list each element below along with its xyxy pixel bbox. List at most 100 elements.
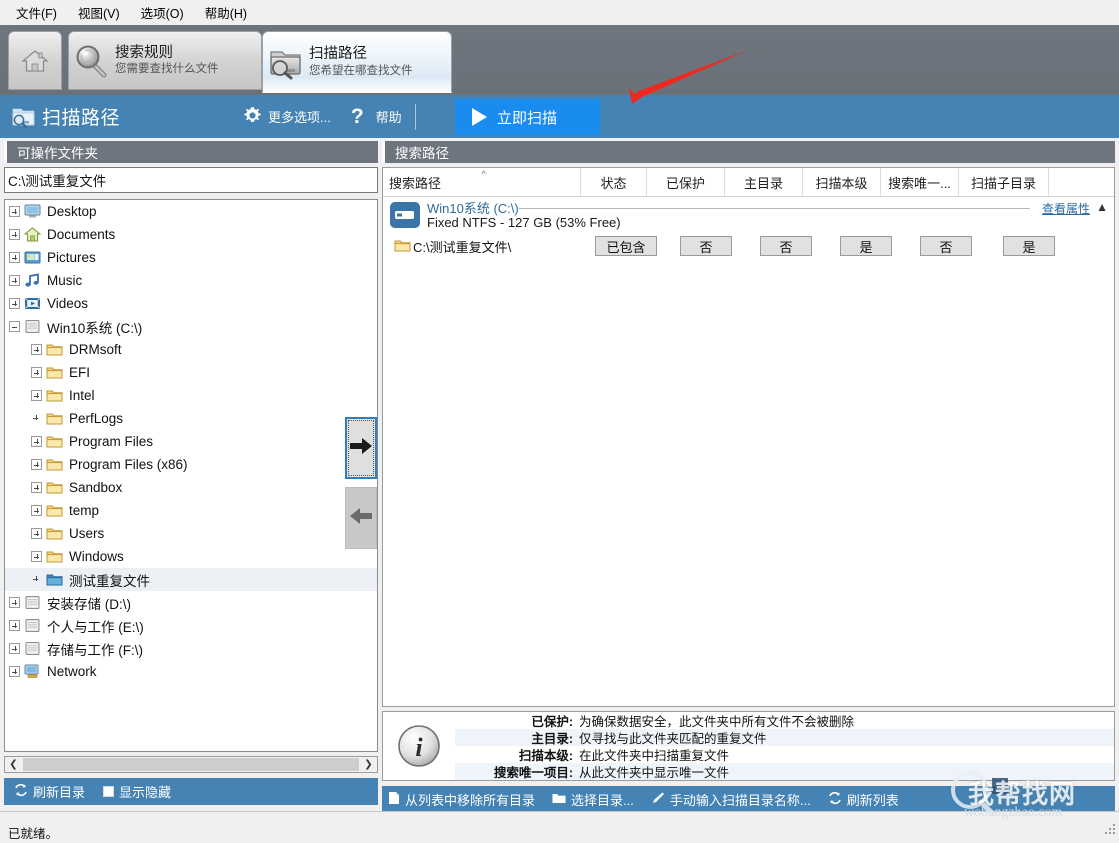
cell-search-unique[interactable]: 否 <box>920 236 972 256</box>
tree-item[interactable]: 个人与工作 (E:\) <box>5 614 377 637</box>
tree-expander-icon[interactable] <box>9 643 20 654</box>
cell-status[interactable]: 已包含 <box>595 236 657 256</box>
tree-expander-icon[interactable] <box>31 482 42 493</box>
arrow-right-icon <box>349 436 373 461</box>
scan-now-button[interactable]: 立即扫描 <box>455 99 600 135</box>
cell-protected[interactable]: 否 <box>680 236 732 256</box>
search-paths-list[interactable]: 搜索路径^状态已保护主目录扫描本级搜索唯一...扫描子目录 Win10系统 (C… <box>382 167 1115 707</box>
tree-expander-icon[interactable] <box>9 666 20 677</box>
tree-expander-icon[interactable] <box>9 321 20 332</box>
tree-expander-icon[interactable] <box>31 551 42 562</box>
tree-expander-icon[interactable] <box>31 413 42 424</box>
chevron-up-icon[interactable]: ▲ <box>1096 200 1108 214</box>
tree-item[interactable]: EFI <box>5 361 377 384</box>
row-path: C:\测试重复文件\ <box>413 237 511 256</box>
tree-item[interactable]: Program Files <box>5 430 377 453</box>
tree-expander-icon[interactable] <box>31 344 42 355</box>
tree-item[interactable]: 存储与工作 (F:\) <box>5 637 377 660</box>
scroll-left-arrow-icon[interactable]: ❮ <box>5 759 22 770</box>
question-mark-icon: ? <box>351 106 364 127</box>
refresh-directory-button[interactable]: 刷新目录 <box>14 782 85 801</box>
tree-item[interactable]: Videos <box>5 292 377 315</box>
menu-file[interactable]: 文件(F) <box>8 0 70 25</box>
tab-scan-paths[interactable]: 扫描路径 您希望在哪查找文件 <box>262 31 452 93</box>
resize-gripper-icon[interactable] <box>1104 822 1116 840</box>
menu-view[interactable]: 视图(V) <box>70 0 133 25</box>
tree-item[interactable]: Documents <box>5 223 377 246</box>
tree-expander-icon[interactable] <box>9 275 20 286</box>
scrollbar-thumb[interactable] <box>23 758 359 771</box>
tree-item[interactable]: 安装存储 (D:\) <box>5 591 377 614</box>
drive-icon <box>24 319 42 335</box>
tree-expander-icon[interactable] <box>31 367 42 378</box>
add-to-list-button[interactable] <box>345 417 377 479</box>
tree-expander-icon[interactable] <box>9 298 20 309</box>
folder-icon <box>46 388 64 404</box>
cell-scan-subdirs[interactable]: 是 <box>1003 236 1055 256</box>
column-scan-level[interactable]: 扫描本级 <box>803 168 881 196</box>
tree-item[interactable]: DRMsoft <box>5 338 377 361</box>
manual-input-dir-button[interactable]: 手动输入扫描目录名称... <box>651 790 811 809</box>
tree-item[interactable]: Pictures <box>5 246 377 269</box>
column-status[interactable]: 状态 <box>581 168 647 196</box>
tree-expander-icon[interactable] <box>9 206 20 217</box>
tree-expander-icon[interactable] <box>9 229 20 240</box>
remove-from-list-button[interactable] <box>345 487 377 549</box>
tree-item[interactable]: Sandbox <box>5 476 377 499</box>
tree-item[interactable]: Win10系统 (C:\) <box>5 315 377 338</box>
tab-scan-paths-text: 扫描路径 您希望在哪查找文件 <box>309 46 413 77</box>
menu-help[interactable]: 帮助(H) <box>197 0 260 25</box>
refresh-list-button[interactable]: 刷新列表 <box>828 790 899 809</box>
tree-item[interactable]: Intel <box>5 384 377 407</box>
folder-icon <box>46 342 64 358</box>
tree-expander-icon[interactable] <box>9 252 20 263</box>
page-remove-icon <box>388 791 400 808</box>
column-main-dir[interactable]: 主目录 <box>725 168 803 196</box>
tree-expander-icon[interactable] <box>31 505 42 516</box>
menu-options[interactable]: 选项(O) <box>133 0 197 25</box>
tree-horizontal-scrollbar[interactable]: ❮ ❯ <box>4 756 378 773</box>
application-window: 文件(F) 视图(V) 选项(O) 帮助(H) <box>0 0 1119 843</box>
scroll-right-arrow-icon[interactable]: ❯ <box>360 759 377 770</box>
tree-item[interactable]: Program Files (x86) <box>5 453 377 476</box>
cell-scan-level[interactable]: 是 <box>840 236 892 256</box>
tree-expander-icon[interactable] <box>31 459 42 470</box>
scan-now-label: 立即扫描 <box>497 107 557 128</box>
tree-item[interactable]: Music <box>5 269 377 292</box>
drive-group-row[interactable]: Win10系统 (C:\) Fixed NTFS - 127 GB (53% F… <box>383 197 1114 233</box>
folder-tree[interactable]: DesktopDocumentsPicturesMusicVideosWin10… <box>4 199 378 752</box>
cell-main-dir[interactable]: 否 <box>760 236 812 256</box>
view-properties-link[interactable]: 查看属性 <box>1042 200 1090 217</box>
table-row[interactable]: C:\测试重复文件\ 已包含 否 否 是 否 是 <box>383 233 1114 259</box>
column-scan-subdirs[interactable]: 扫描子目录 <box>959 168 1049 196</box>
column-protected[interactable]: 已保护 <box>647 168 725 196</box>
tree-item[interactable]: Windows <box>5 545 377 568</box>
column-search-path[interactable]: 搜索路径^ <box>383 168 581 196</box>
tree-expander-icon[interactable] <box>31 528 42 539</box>
tree-item[interactable]: temp <box>5 499 377 522</box>
column-search-unique[interactable]: 搜索唯一... <box>881 168 959 196</box>
tree-expander-icon[interactable] <box>31 436 42 447</box>
folder-lock-icon <box>12 105 36 133</box>
help-button[interactable]: ? 帮助 <box>351 106 402 127</box>
tree-item[interactable]: Network <box>5 660 377 683</box>
show-hidden-label: 显示隐藏 <box>119 782 171 801</box>
tree-item[interactable]: Desktop <box>5 200 377 223</box>
tree-item-label: Network <box>47 664 97 679</box>
tree-item[interactable]: Users <box>5 522 377 545</box>
tree-expander-icon[interactable] <box>31 390 42 401</box>
tree-expander-icon[interactable] <box>31 574 42 585</box>
folder-path-input[interactable]: C:\测试重复文件 <box>4 167 378 193</box>
tree-expander-icon[interactable] <box>9 620 20 631</box>
tab-home[interactable] <box>8 31 62 90</box>
tab-search-rules[interactable]: 搜索规则 您需要查找什么文件 <box>68 31 262 90</box>
show-hidden-checkbox[interactable]: 显示隐藏 <box>103 782 171 801</box>
tree-item[interactable]: 测试重复文件 <box>5 568 377 591</box>
tree-item[interactable]: PerfLogs <box>5 407 377 430</box>
remove-all-dirs-button[interactable]: 从列表中移除所有目录 <box>388 790 535 809</box>
select-directory-button[interactable]: 选择目录... <box>552 790 634 809</box>
command-bar-actions: 更多选项... ? 帮助 <box>243 95 429 138</box>
tree-expander-icon[interactable] <box>9 597 20 608</box>
tree-item-label: Sandbox <box>69 480 122 495</box>
more-options-button[interactable]: 更多选项... <box>243 106 331 128</box>
